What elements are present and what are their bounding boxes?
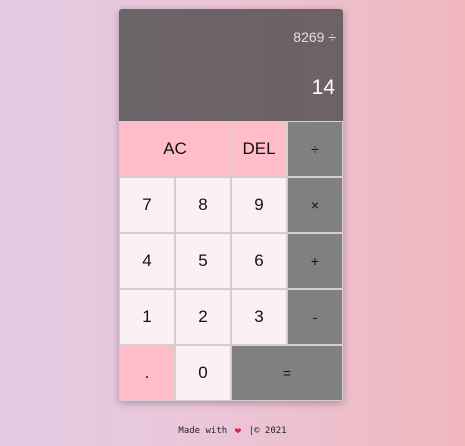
heart-icon: ❤ [234,424,242,437]
keypad: AC DEL ÷ 7 8 9 × 4 5 6 + 1 2 3 - . 0 = [119,121,343,401]
calculator: 8269 ÷ 14 AC DEL ÷ 7 8 9 × 4 5 6 + 1 2 3… [119,9,343,401]
minus-button[interactable]: - [287,289,343,345]
footer-made-with: Made with [178,426,228,436]
divide-button[interactable]: ÷ [287,121,343,177]
digit-1-button[interactable]: 1 [119,289,175,345]
multiply-button[interactable]: × [287,177,343,233]
plus-button[interactable]: + [287,233,343,289]
previous-operand: 8269 ÷ [293,29,336,45]
footer: Made with ❤ |© 2021 [0,424,465,437]
digit-5-button[interactable]: 5 [175,233,231,289]
digit-7-button[interactable]: 7 [119,177,175,233]
footer-copyright: |© 2021 [248,426,287,436]
digit-2-button[interactable]: 2 [175,289,231,345]
display: 8269 ÷ 14 [119,9,343,121]
digit-4-button[interactable]: 4 [119,233,175,289]
all-clear-button[interactable]: AC [119,121,231,177]
digit-6-button[interactable]: 6 [231,233,287,289]
digit-3-button[interactable]: 3 [231,289,287,345]
digit-8-button[interactable]: 8 [175,177,231,233]
equals-button[interactable]: = [231,345,343,401]
digit-9-button[interactable]: 9 [231,177,287,233]
current-operand: 14 [311,76,335,99]
delete-button[interactable]: DEL [231,121,287,177]
decimal-button[interactable]: . [119,345,175,401]
digit-0-button[interactable]: 0 [175,345,231,401]
